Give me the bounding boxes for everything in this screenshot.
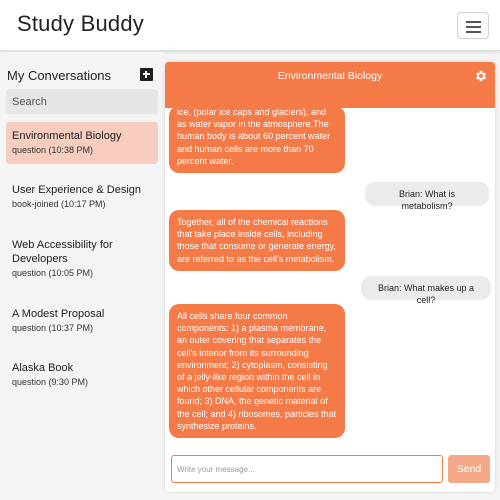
conversation-item-web-accessibility[interactable]: Web Accessibility for Developers questio… — [6, 231, 158, 287]
bot-message: All cells share four common components: … — [169, 304, 345, 439]
bot-message: ice, (polar ice caps and glaciers), and … — [169, 108, 345, 174]
add-conversation-icon[interactable] — [140, 68, 153, 81]
chat-panel: Environmental Biology ice, (polar ice ca… — [165, 62, 495, 492]
conversation-subtitle: question (9:30 PM) — [12, 377, 89, 387]
user-message: Brian: What makes up a cell? — [361, 276, 491, 305]
bot-message: Together, all of the chemical reactions … — [169, 210, 345, 271]
conversation-subtitle: question (10:37 PM) — [12, 323, 94, 333]
conversation-item-alaska-book[interactable]: Alaska Book question (9:30 PM) — [6, 354, 158, 396]
hamburger-menu-button[interactable] — [457, 12, 489, 39]
conversation-subtitle: question (10:38 PM) — [12, 145, 94, 155]
conversation-subtitle: question (10:05 PM) — [12, 268, 94, 278]
chat-title: Environmental Biology — [277, 70, 383, 82]
chat-header: Environmental Biology — [165, 62, 495, 108]
conversation-title: A Modest Proposal — [12, 308, 105, 320]
message-composer: Send — [165, 452, 495, 492]
conversation-title: Web Accessibility for Developers — [12, 239, 113, 265]
top-navbar: Study Buddy — [0, 0, 500, 51]
app-title[interactable]: Study Buddy — [17, 11, 144, 37]
conversation-item-a-modest-proposal[interactable]: A Modest Proposal question (10:37 PM) — [6, 300, 158, 342]
conversation-title: Environmental Biology — [12, 130, 122, 142]
conversation-item-environmental-biology[interactable]: Environmental Biology question (10:38 PM… — [6, 122, 158, 164]
conversations-sidebar: My Conversations Environmental Biology q… — [0, 52, 163, 500]
message-input[interactable] — [171, 455, 443, 483]
sidebar-title: My Conversations — [7, 68, 112, 83]
conversation-item-user-experience-design[interactable]: User Experience & Design book-joined (10… — [6, 176, 158, 218]
message-list[interactable]: ice, (polar ice caps and glaciers), and … — [165, 108, 495, 452]
conversation-title: User Experience & Design — [12, 184, 142, 196]
search-input[interactable] — [6, 89, 158, 114]
user-message: Brian: What is metabolism? — [365, 182, 489, 211]
send-button[interactable]: Send — [448, 455, 490, 483]
conversation-title: Alaska Book — [12, 362, 74, 374]
gear-icon[interactable] — [474, 69, 488, 83]
conversation-subtitle: book-joined (10:17 PM) — [12, 199, 106, 209]
